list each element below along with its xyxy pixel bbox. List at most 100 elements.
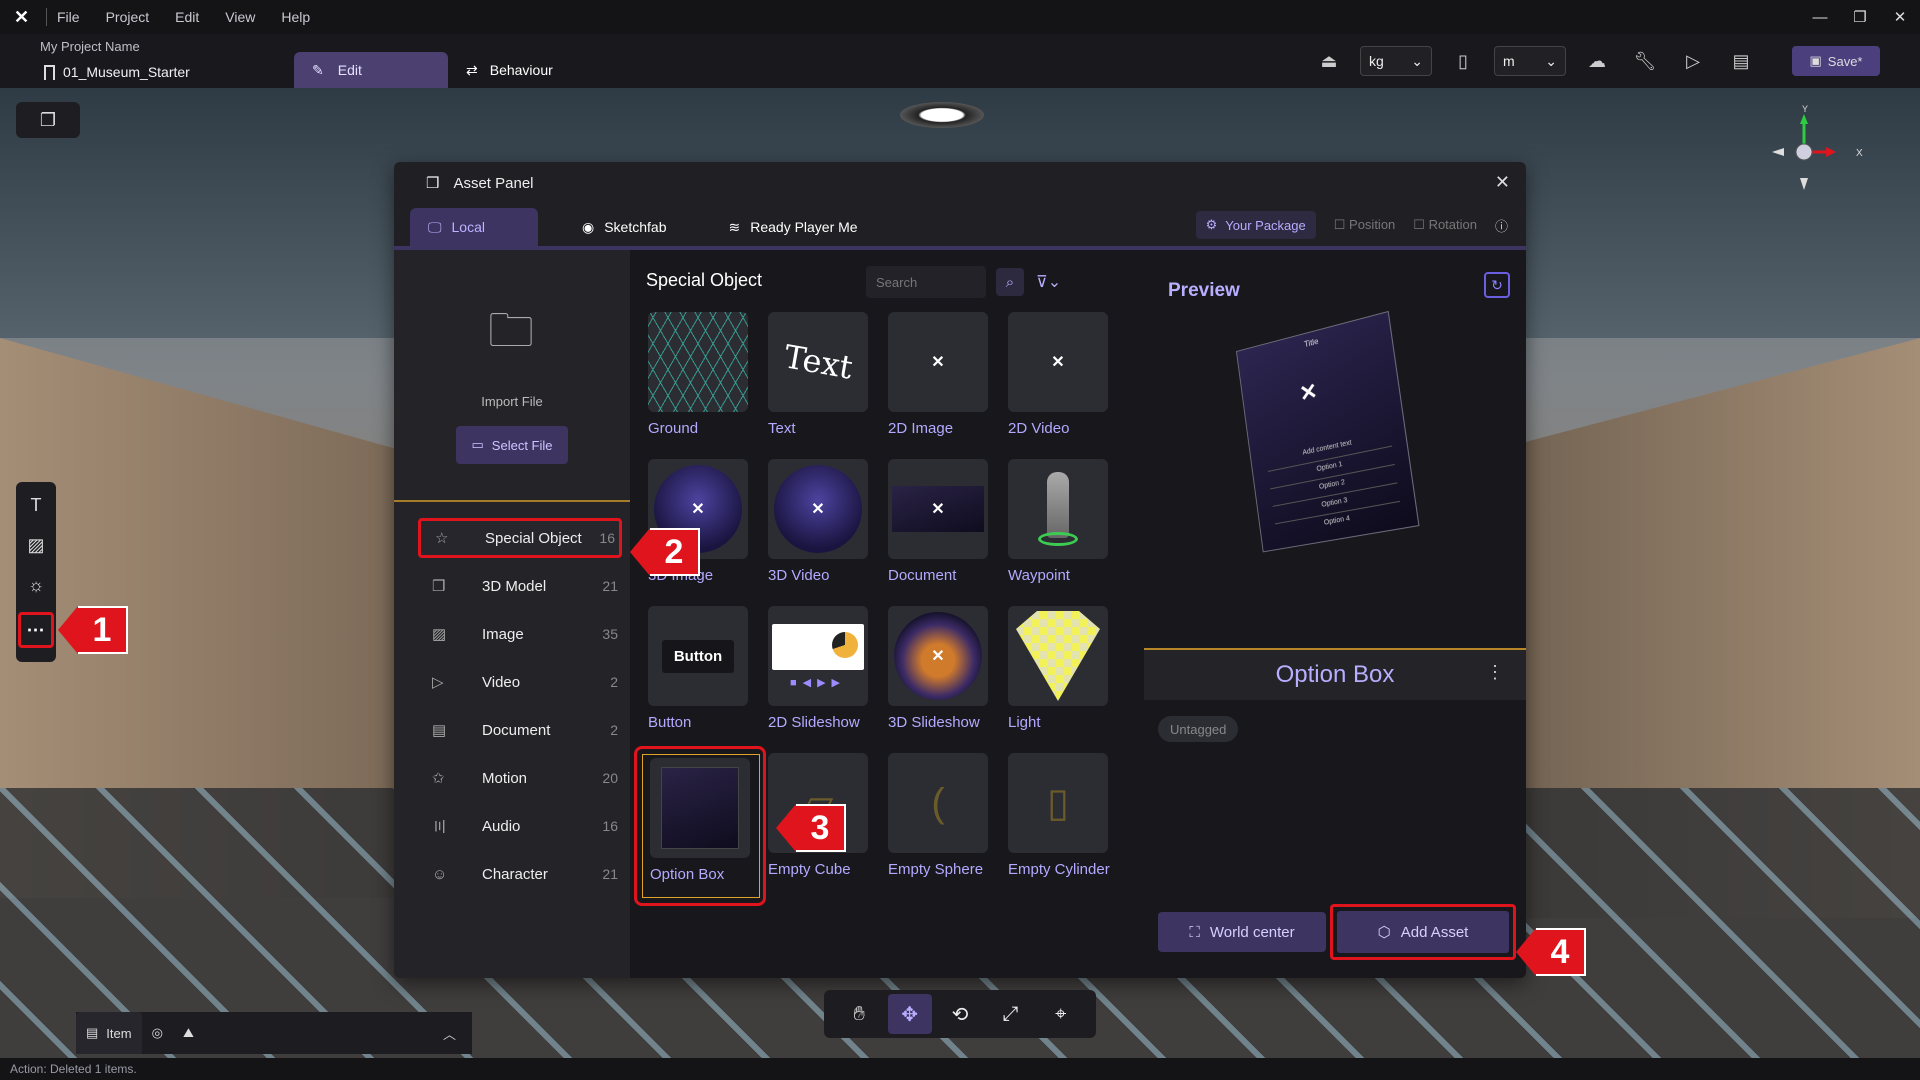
asset-tile-text[interactable]: Text Text	[768, 312, 872, 452]
select-file-button[interactable]: ▭ Select File	[456, 426, 568, 464]
callout-number: 1	[78, 606, 128, 654]
asset-tile-ground[interactable]: Ground	[648, 312, 752, 452]
text-tool-icon[interactable]: T	[24, 492, 48, 518]
rotation-toggle[interactable]: ☐ Rotation	[1413, 217, 1477, 233]
restore-button[interactable]: ❐	[1840, 0, 1880, 34]
wrench-icon[interactable]: 🔧︎	[1628, 46, 1662, 76]
minimize-button[interactable]: —	[1800, 0, 1840, 34]
asset-tile-3d-video[interactable]: ✕ 3D Video	[768, 459, 872, 599]
light-tool-icon[interactable]: ☼	[24, 572, 48, 598]
category-special-object[interactable]: ☆ Special Object 16	[418, 518, 622, 558]
menu-view[interactable]: View	[225, 9, 255, 25]
light-preview	[1016, 611, 1100, 701]
menu-project[interactable]: Project	[106, 9, 150, 25]
button-thumb-label: Button	[662, 640, 734, 673]
close-window-button[interactable]: ✕	[1880, 0, 1920, 34]
asset-tile-waypoint[interactable]: Waypoint	[1008, 459, 1112, 599]
asset-tile-2d-video[interactable]: ✕ 2D Video	[1008, 312, 1112, 452]
asset-tile-option-box[interactable]: Option Box	[634, 746, 766, 906]
refresh-icon[interactable]: ↻	[1484, 272, 1510, 298]
edit-icon: ✎	[312, 62, 324, 79]
sphere-wireframe-icon: (	[931, 781, 944, 826]
asset-tile-3d-slideshow[interactable]: ✕ 3D Slideshow	[888, 606, 992, 746]
document-icon: ▤	[432, 721, 458, 739]
logo-icon: ✕	[1298, 378, 1319, 408]
asset-tile-empty-sphere[interactable]: ( Empty Sphere	[888, 753, 992, 893]
save-button[interactable]: ▣ Save*	[1792, 46, 1880, 76]
image-tool-icon[interactable]: ▨	[24, 532, 48, 558]
gear-icon: ⚙	[1206, 217, 1218, 233]
asset-thumbnail	[1008, 606, 1108, 706]
publish-icon[interactable]: ▤	[1724, 46, 1758, 76]
scene-file[interactable]: 01_Museum_Starter	[44, 64, 190, 80]
kebab-menu-icon[interactable]: ⋮	[1486, 662, 1504, 683]
menu-file[interactable]: File	[57, 9, 80, 25]
category-count: 2	[610, 674, 618, 690]
info-icon[interactable]: ⓘ	[1495, 216, 1508, 235]
flow-icon: ⇄	[466, 62, 478, 79]
scale-tool-icon[interactable]: ⤢	[988, 994, 1032, 1034]
category-count: 35	[602, 626, 618, 642]
search-input[interactable]: Search	[866, 266, 986, 298]
hand-tool-icon[interactable]: ✋︎	[837, 994, 881, 1034]
tag-chip[interactable]: Untagged	[1158, 716, 1238, 742]
tab-ready-player-me[interactable]: ≋ Ready Player Me	[710, 208, 875, 246]
category-character[interactable]: ☺ Character 21	[418, 854, 622, 894]
chevron-up-icon[interactable]: ︿	[443, 1024, 456, 1043]
world-center-label: World center	[1210, 924, 1295, 941]
category-image[interactable]: ▨ Image 35	[418, 614, 622, 654]
category-document[interactable]: ▤ Document 2	[418, 710, 622, 750]
category-audio[interactable]: 〣 Audio 16	[418, 806, 622, 846]
move-tool-icon[interactable]: ✥	[888, 994, 932, 1034]
menu-edit[interactable]: Edit	[175, 9, 199, 25]
asset-tile-2d-slideshow[interactable]: ■◀▶▶ 2D Slideshow	[768, 606, 872, 746]
ceiling-lamp	[900, 102, 984, 128]
callout-arrow	[1516, 928, 1536, 976]
category-3d-model[interactable]: ❒ 3D Model 21	[418, 566, 622, 606]
asset-tile-2d-image[interactable]: ✕ 2D Image	[888, 312, 992, 452]
category-motion[interactable]: ✩ Motion 20	[418, 758, 622, 798]
add-asset-button[interactable]: ⬡ Add Asset	[1337, 911, 1509, 953]
asset-tile-light[interactable]: Light	[1008, 606, 1112, 746]
tab-local[interactable]: 🖵︎ Local	[410, 208, 538, 246]
search-icon[interactable]: ⌕	[996, 268, 1024, 296]
item-icon: ▤	[86, 1025, 98, 1041]
sphere-preview: ✕	[894, 612, 982, 700]
asset-tile-empty-cylinder[interactable]: ▯ Empty Cylinder	[1008, 753, 1112, 893]
dock-tab-environment[interactable]: ⛰	[173, 1012, 204, 1054]
option-box-3d-preview[interactable]: Title ✕ Add content text Option 1 Option…	[1236, 311, 1420, 552]
close-icon[interactable]: ✕	[1495, 172, 1510, 193]
cloud-icon[interactable]: ☁	[1580, 46, 1614, 76]
dock-tab-camera[interactable]: ◎	[142, 1012, 173, 1054]
filter-icon[interactable]: ⊽⌄	[1036, 268, 1076, 296]
transform-tool-icon[interactable]: ⌖	[1039, 994, 1083, 1034]
slide-controls-icon: ■◀▶▶	[790, 676, 846, 689]
position-toggle[interactable]: ☐ Position	[1334, 217, 1396, 233]
your-package-button[interactable]: ⚙ Your Package	[1196, 211, 1316, 239]
length-unit-select[interactable]: m ⌄	[1494, 46, 1566, 76]
tab-sketchfab[interactable]: ◉ Sketchfab	[564, 208, 684, 246]
more-icon: ⋯	[27, 620, 46, 641]
rotation-label: Rotation	[1429, 217, 1477, 232]
svg-text:X: X	[1856, 148, 1863, 159]
asset-tile-button[interactable]: Button Button	[648, 606, 752, 746]
play-icon[interactable]: ▷	[1676, 46, 1710, 76]
dock-tab-item[interactable]: ▤ Item	[76, 1012, 142, 1054]
rotate-tool-icon[interactable]: ⟲	[938, 994, 982, 1034]
logo-icon: ✕	[931, 499, 944, 519]
mass-unit-select[interactable]: kg ⌄	[1360, 46, 1432, 76]
world-center-button[interactable]: ⛶ World center	[1158, 912, 1326, 952]
category-video[interactable]: ▷ Video 2	[418, 662, 622, 702]
axis-gizmo[interactable]: Y X	[1760, 102, 1880, 202]
source-tabs: 🖵︎ Local ◉ Sketchfab ≋ Ready Player Me	[410, 208, 876, 246]
category-count: 20	[602, 770, 618, 786]
tab-rpm-label: Ready Player Me	[750, 219, 857, 235]
tab-behaviour[interactable]: ⇄ Behaviour	[466, 52, 553, 88]
more-button[interactable]: ⋯	[18, 612, 54, 648]
tab-edit[interactable]: ✎ Edit	[294, 52, 448, 88]
asset-tile-document[interactable]: ✕ Document	[888, 459, 992, 599]
category-label: Video	[482, 674, 610, 691]
menu-help[interactable]: Help	[281, 9, 310, 25]
category-count: 16	[602, 818, 618, 834]
layers-button[interactable]: ❐	[16, 102, 80, 138]
